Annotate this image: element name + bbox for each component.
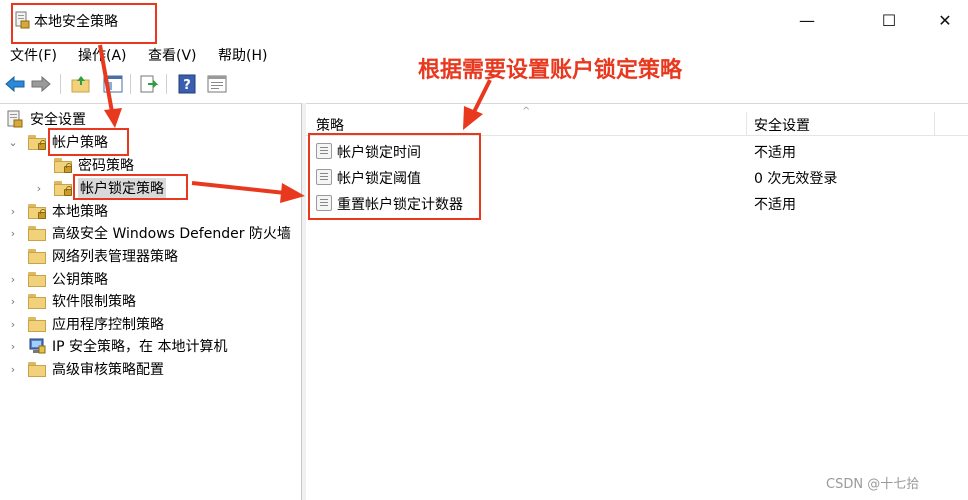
minimize-button[interactable]: — (784, 0, 830, 40)
maximize-button[interactable]: ☐ (866, 0, 912, 40)
chevron-right-icon[interactable]: › (8, 313, 18, 335)
tree-item-label: 本地策略 (52, 204, 108, 220)
highlight-box-lockout-policy (73, 174, 188, 200)
toolbar-separator (60, 74, 61, 94)
policy-value: 不适用 (754, 145, 796, 161)
ip-security-icon (29, 338, 46, 354)
folder-icon (28, 225, 46, 241)
tree-item-label: 软件限制策略 (52, 294, 136, 310)
tree-item-label: 高级审核策略配置 (52, 362, 164, 378)
chevron-right-icon[interactable]: › (8, 358, 18, 380)
folder-icon (28, 361, 46, 377)
tree-root-label: 安全设置 (30, 112, 86, 128)
show-hide-tree-icon[interactable] (102, 73, 124, 95)
chevron-right-icon[interactable]: › (8, 222, 18, 244)
menu-file[interactable]: 文件(F) (10, 45, 57, 65)
annotation-text: 根据需要设置账户锁定策略 (418, 58, 683, 83)
menu-help[interactable]: 帮助(H) (218, 45, 267, 65)
sort-ascending-icon: ^ (522, 106, 531, 117)
locked-folder-icon (28, 203, 46, 219)
highlight-box-account-policies (48, 128, 129, 156)
folder-icon (28, 293, 46, 309)
locked-folder-icon (54, 180, 72, 196)
column-header-security-setting[interactable]: 安全设置 (754, 115, 810, 135)
chevron-right-icon[interactable]: › (8, 200, 18, 222)
tree-item-app-control[interactable]: 应用程序控制策略 (28, 313, 164, 335)
locked-folder-icon (54, 157, 72, 173)
toolbar-separator (166, 74, 167, 94)
folder-icon (28, 316, 46, 332)
tree-item-label: 应用程序控制策略 (52, 317, 164, 333)
chevron-right-icon[interactable]: › (8, 268, 18, 290)
tree-item-local-policies[interactable]: 本地策略 (28, 200, 108, 222)
chevron-right-icon[interactable]: › (8, 290, 18, 312)
chevron-right-icon[interactable]: › (34, 177, 44, 199)
menu-action[interactable]: 操作(A) (78, 45, 127, 65)
folder-icon (28, 271, 46, 287)
policy-value: 0 次无效登录 (754, 171, 838, 187)
tree-root-security-settings[interactable]: 安全设置 (6, 108, 86, 130)
forward-arrow-icon[interactable] (30, 73, 52, 95)
chevron-right-icon[interactable]: › (8, 335, 18, 357)
column-divider[interactable] (934, 112, 935, 136)
chevron-down-icon[interactable]: ⌄ (8, 131, 18, 153)
tree-item-network-list-manager[interactable]: 网络列表管理器策略 (28, 245, 178, 267)
help-icon[interactable]: ? (176, 73, 198, 95)
locked-folder-icon (28, 134, 46, 150)
tree-pane: 安全设置 ⌄ 帐户策略 密码策略 › 帐户锁定策略 › 本地策略 › 高级安全 … (0, 103, 302, 500)
tree-item-label: 公钥策略 (52, 272, 108, 288)
tree-item-label: 网络列表管理器策略 (52, 249, 178, 265)
toolbar-separator (130, 74, 131, 94)
svg-text:?: ? (183, 78, 191, 93)
folder-icon (28, 248, 46, 264)
highlight-box-lockout-settings (308, 133, 481, 220)
watermark: CSDN @十七拾 (826, 477, 920, 492)
column-divider[interactable] (746, 112, 747, 136)
tree-item-label: 密码策略 (78, 158, 134, 174)
column-header-policy[interactable]: 策略 (316, 115, 344, 135)
export-list-icon[interactable] (138, 73, 160, 95)
tree-item-software-restriction[interactable]: 软件限制策略 (28, 290, 136, 312)
tree-item-password-policy[interactable]: 密码策略 (54, 154, 134, 176)
close-button[interactable]: ✕ (922, 0, 968, 40)
up-folder-icon[interactable] (70, 73, 92, 95)
tree-item-label: IP 安全策略，在 本地计算机 (52, 339, 228, 355)
tree-item-public-key-policies[interactable]: 公钥策略 (28, 268, 108, 290)
tree-item-advanced-audit[interactable]: 高级审核策略配置 (28, 358, 164, 380)
menu-view[interactable]: 查看(V) (148, 45, 197, 65)
back-arrow-icon[interactable] (4, 73, 26, 95)
properties-icon[interactable] (206, 73, 228, 95)
highlight-box-title (11, 3, 157, 44)
tree-item-label: 高级安全 Windows Defender 防火墙 (52, 226, 291, 242)
tree-item-defender-firewall[interactable]: 高级安全 Windows Defender 防火墙 (28, 222, 291, 244)
policy-value: 不适用 (754, 197, 796, 213)
tree-item-ip-security[interactable]: IP 安全策略，在 本地计算机 (28, 335, 227, 357)
security-settings-icon (7, 110, 23, 128)
